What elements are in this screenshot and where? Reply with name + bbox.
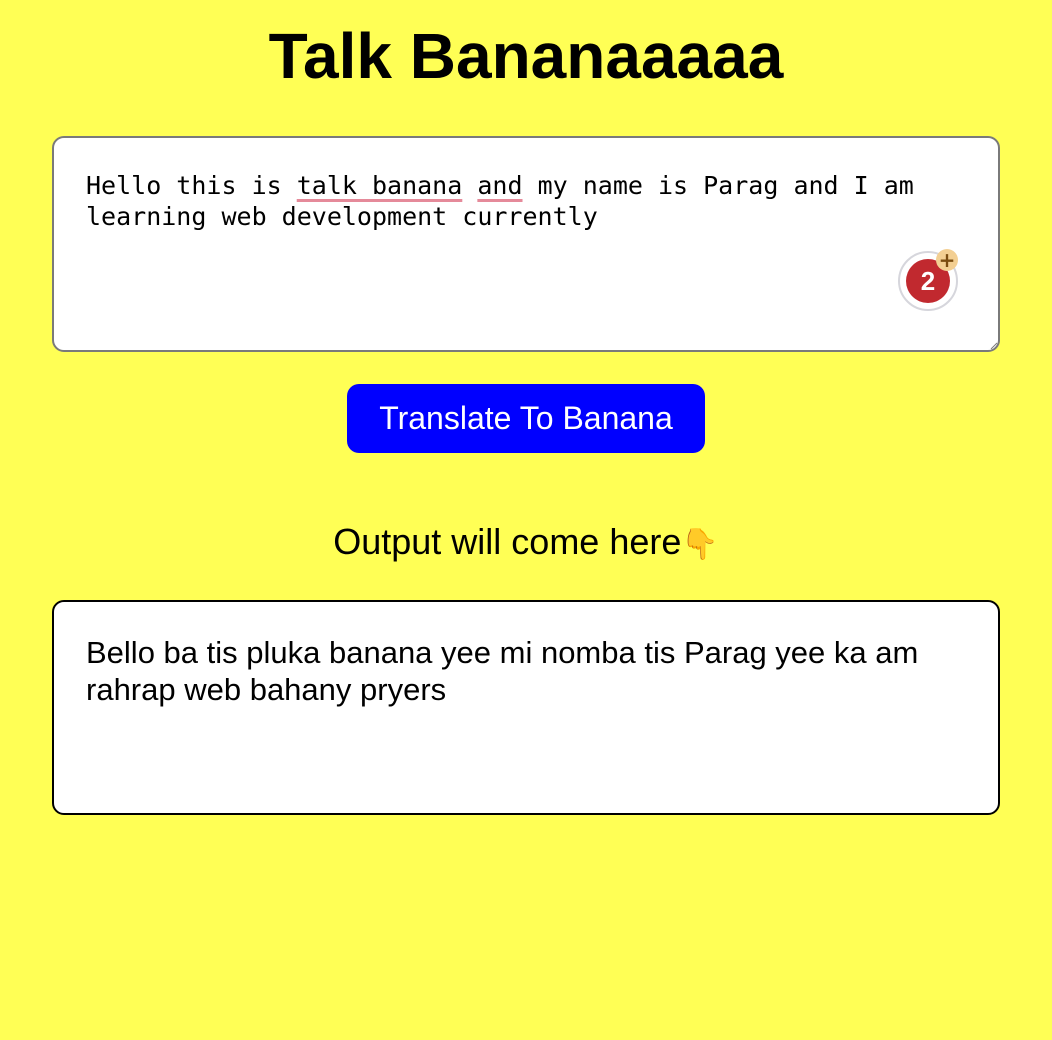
grammar-checker-icon[interactable]: 2 +: [898, 249, 958, 311]
plus-icon: +: [936, 249, 958, 271]
spellcheck-flagged-word[interactable]: and: [477, 171, 522, 200]
input-text-segment: Hello this is: [86, 171, 297, 200]
pointing-down-icon: 👇: [681, 527, 719, 562]
spellcheck-flagged-word[interactable]: talk banana: [297, 171, 463, 200]
input-text-segment: [462, 171, 477, 200]
output-heading: Output will come here👇: [0, 520, 1052, 567]
output-box: Bello ba tis pluka banana yee mi nomba t…: [52, 600, 1000, 815]
resize-handle-icon[interactable]: [988, 340, 998, 350]
input-textarea[interactable]: Hello this is talk banana and my name is…: [52, 136, 1000, 352]
translate-button[interactable]: Translate To Banana: [347, 384, 705, 453]
output-heading-text: Output will come here: [333, 521, 682, 562]
page-title: Talk Bananaaaaa: [268, 20, 784, 92]
output-text: Bello ba tis pluka banana yee mi nomba t…: [86, 635, 919, 707]
